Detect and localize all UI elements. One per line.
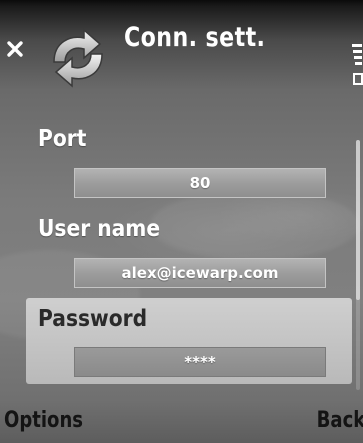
close-icon[interactable] <box>6 40 24 58</box>
scrollbar-thumb[interactable] <box>356 140 360 300</box>
port-field[interactable]: 80 <box>74 168 326 198</box>
signal-icon <box>352 44 363 85</box>
title-bar: Conn. sett. <box>0 0 363 100</box>
password-field[interactable]: **** <box>74 347 326 377</box>
user-name-setting[interactable]: User name alex@icewarp.com <box>26 210 350 294</box>
port-label: Port <box>38 126 87 152</box>
softkey-bar: Options Back <box>0 400 363 443</box>
sync-arrows-icon <box>53 28 103 88</box>
scrollbar[interactable] <box>356 140 360 390</box>
page-title: Conn. sett. <box>124 22 266 53</box>
port-setting[interactable]: Port 80 <box>26 118 350 202</box>
password-setting[interactable]: Password **** <box>26 298 352 384</box>
connection-settings-screen: Conn. sett. Port 80 User name alex@icewa… <box>0 0 363 443</box>
password-label: Password <box>38 306 148 332</box>
user-name-label: User name <box>38 216 161 242</box>
options-softkey[interactable]: Options <box>4 408 83 433</box>
back-softkey[interactable]: Back <box>316 408 363 433</box>
user-name-field[interactable]: alex@icewarp.com <box>74 258 326 288</box>
